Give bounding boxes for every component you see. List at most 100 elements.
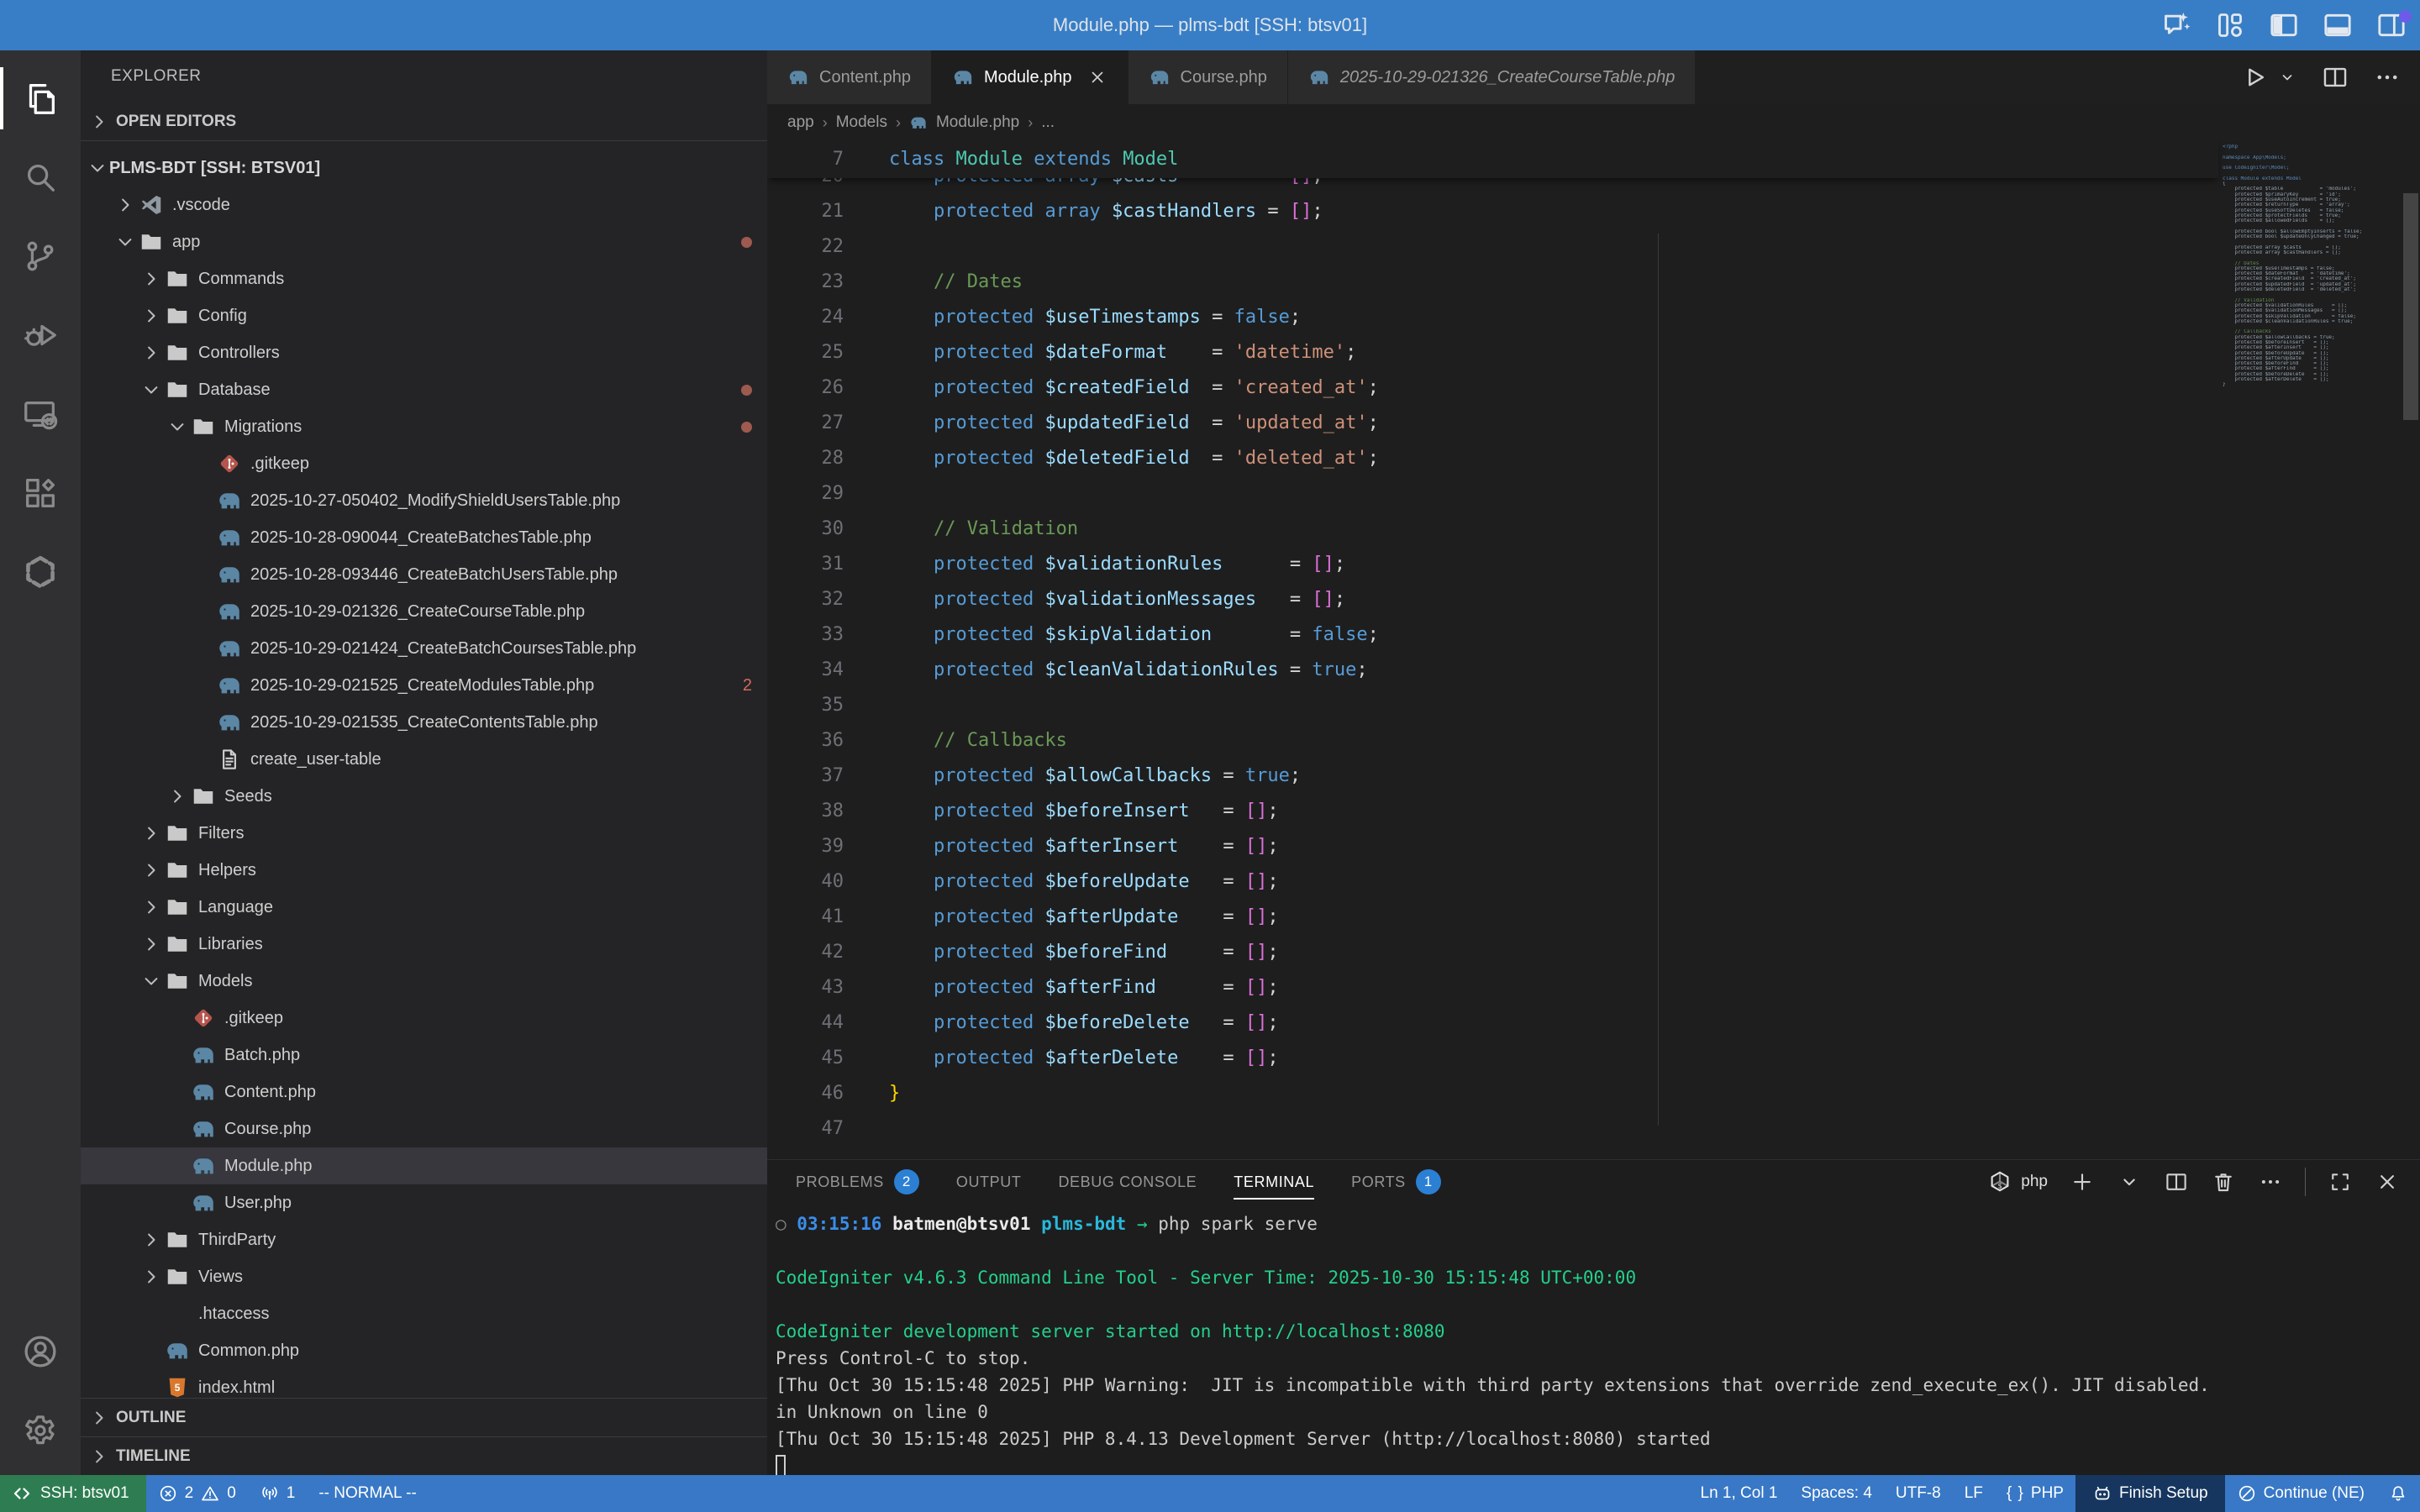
status-item-php[interactable]: { }PHP [1995, 1475, 2075, 1512]
status-item-finish-setup[interactable]: Finish Setup [2075, 1475, 2225, 1512]
editor-tabs-bar: Content.phpModule.phpCourse.php2025-10-2… [767, 50, 2420, 104]
breadcrumb-item[interactable]: Models [836, 113, 887, 132]
status-item-lf[interactable]: LF [1953, 1475, 1995, 1512]
line-number: 23 [767, 265, 865, 300]
split-editor-icon[interactable] [2321, 63, 2349, 92]
tree-item[interactable]: Helpers [81, 852, 767, 889]
tree-item[interactable]: .vscode [81, 186, 767, 223]
tree-item[interactable]: app [81, 223, 767, 260]
tree-item[interactable]: Models [81, 963, 767, 1000]
tree-item[interactable]: 2025-10-27-050402_ModifyShieldUsersTable… [81, 482, 767, 519]
tree-item[interactable]: create_user-table [81, 741, 767, 778]
tree-item[interactable]: Libraries [81, 926, 767, 963]
chevron-down-small-icon[interactable] [2277, 67, 2297, 87]
editor-tab[interactable]: Course.php [1128, 50, 1288, 104]
tree-item[interactable]: Database [81, 371, 767, 408]
activity-item-search[interactable] [0, 138, 81, 217]
trash-icon[interactable] [2211, 1169, 2236, 1194]
tree-item[interactable]: 2025-10-29-021326_CreateCourseTable.php [81, 593, 767, 630]
layout-customize-icon[interactable] [2213, 8, 2247, 42]
breadcrumb-item[interactable]: Module.php [936, 113, 1019, 132]
tree-item[interactable]: Migrations [81, 408, 767, 445]
copilot-chat-icon[interactable] [2160, 8, 2193, 42]
tree-item[interactable]: Controllers [81, 334, 767, 371]
vim-mode[interactable]: -- NORMAL -- [307, 1475, 428, 1512]
activity-item-extensions[interactable] [0, 454, 81, 533]
activity-item-accounts[interactable] [0, 1312, 81, 1391]
editor-tab[interactable]: 2025-10-29-021326_CreateCourseTable.php [1288, 50, 1696, 104]
activity-item-run-debug[interactable] [0, 296, 81, 375]
breadcrumb-item[interactable]: ... [1041, 113, 1055, 132]
code-editor[interactable]: 20 protected array $casts = [];21 protec… [767, 141, 2420, 1159]
tree-item[interactable]: Views [81, 1258, 767, 1295]
play-icon[interactable] [2240, 63, 2269, 92]
tree-item[interactable]: .gitkeep [81, 1000, 767, 1037]
status-item-spaces-4[interactable]: Spaces: 4 [1789, 1475, 1884, 1512]
terminal-profile[interactable]: $php [1987, 1169, 2048, 1194]
tree-item[interactable]: Commands [81, 260, 767, 297]
tree-item[interactable]: Common.php [81, 1332, 767, 1369]
activity-item-explorer[interactable] [0, 59, 81, 138]
tree-item[interactable]: 2025-10-28-093446_CreateBatchUsersTable.… [81, 556, 767, 593]
close-icon[interactable] [1087, 67, 1107, 87]
toggle-panel-icon[interactable] [2321, 8, 2354, 42]
activity-item-settings[interactable] [0, 1391, 81, 1470]
tree-item[interactable]: 2025-10-29-021535_CreateContentsTable.ph… [81, 704, 767, 741]
activity-item-hexagon-extension[interactable] [0, 533, 81, 612]
panel-tab-problems[interactable]: PROBLEMS2 [796, 1160, 919, 1204]
chevron-down-small-icon[interactable] [2117, 1169, 2142, 1194]
tree-item[interactable]: 2025-10-29-021424_CreateBatchCoursesTabl… [81, 630, 767, 667]
remote-indicator[interactable]: SSH: btsv01 [0, 1475, 146, 1512]
tree-item[interactable]: Filters [81, 815, 767, 852]
code-line: protected $afterDelete = []; [865, 1041, 1279, 1076]
tree-item[interactable]: Config [81, 297, 767, 334]
ports-status[interactable]: 1 [248, 1475, 308, 1512]
tree-item[interactable]: .gitkeep [81, 445, 767, 482]
panel-tab-debug-console[interactable]: DEBUG CONSOLE [1058, 1160, 1197, 1204]
status-item-ln-1-col-1[interactable]: Ln 1, Col 1 [1689, 1475, 1790, 1512]
split-editor-icon[interactable] [2164, 1169, 2189, 1194]
toggle-secondary-sidebar-icon[interactable] [2375, 8, 2408, 42]
tree-item[interactable]: 2025-10-28-090044_CreateBatchesTable.php [81, 519, 767, 556]
problems-status[interactable]: 20 [146, 1475, 248, 1512]
panel-tab-output[interactable]: OUTPUT [956, 1160, 1022, 1204]
breadcrumb-item[interactable]: app [787, 113, 814, 132]
tree-item[interactable]: Module.php [81, 1147, 767, 1184]
tree-root[interactable]: PLMS-BDT [SSH: BTSV01] [81, 150, 767, 186]
open-editors-section[interactable]: OPEN EDITORS [81, 102, 767, 141]
tree-item[interactable]: Batch.php [81, 1037, 767, 1074]
tree-item[interactable]: 5index.html [81, 1369, 767, 1398]
breadcrumb[interactable]: app›Models›Module.php›... [767, 104, 2420, 141]
ellipsis-icon[interactable] [2373, 63, 2402, 92]
tree-item[interactable]: Course.php [81, 1110, 767, 1147]
close-icon[interactable] [2375, 1169, 2400, 1194]
activity-item-remote-explorer[interactable] [0, 375, 81, 454]
editor-tab[interactable]: Module.php [932, 50, 1128, 104]
toggle-primary-sidebar-icon[interactable] [2267, 8, 2301, 42]
status-item-utf-8[interactable]: UTF-8 [1884, 1475, 1953, 1512]
status-item-continue-ne-[interactable]: Continue (NE) [2225, 1475, 2376, 1512]
tree-item[interactable]: ThirdParty [81, 1221, 767, 1258]
panel-tab-ports[interactable]: PORTS1 [1351, 1160, 1441, 1204]
editor-tab[interactable]: Content.php [767, 50, 932, 104]
status-item-bell-icon[interactable] [2376, 1475, 2420, 1512]
tree-item[interactable]: Seeds [81, 778, 767, 815]
tree-item[interactable]: User.php [81, 1184, 767, 1221]
tree-item[interactable]: 2025-10-29-021525_CreateModulesTable.php… [81, 667, 767, 704]
sticky-scroll-line[interactable]: 7class Module extends Model [767, 141, 2218, 178]
chevron-spacer [192, 452, 215, 475]
terminal-output[interactable]: ○ 03:15:16 batmen@btsv01 plms-bdt → php … [776, 1210, 2412, 1475]
tree-item[interactable]: .htaccess [81, 1295, 767, 1332]
ellipsis-icon[interactable] [720, 63, 747, 90]
activity-item-source-control[interactable] [0, 217, 81, 296]
tree-item[interactable]: Language [81, 889, 767, 926]
outline-section[interactable]: OUTLINE [81, 1398, 767, 1436]
timeline-section[interactable]: TIMELINE [81, 1436, 767, 1475]
editor-scrollbar[interactable] [2403, 193, 2418, 420]
panel-tab-terminal[interactable]: TERMINAL [1234, 1160, 1314, 1204]
maximize-icon[interactable] [2328, 1169, 2353, 1194]
ellipsis-icon[interactable] [2258, 1169, 2283, 1194]
plus-icon[interactable] [2070, 1169, 2095, 1194]
minimap[interactable]: <?phpnamespace App\Models;use CodeIgnite… [2223, 144, 2395, 388]
tree-item[interactable]: Content.php [81, 1074, 767, 1110]
